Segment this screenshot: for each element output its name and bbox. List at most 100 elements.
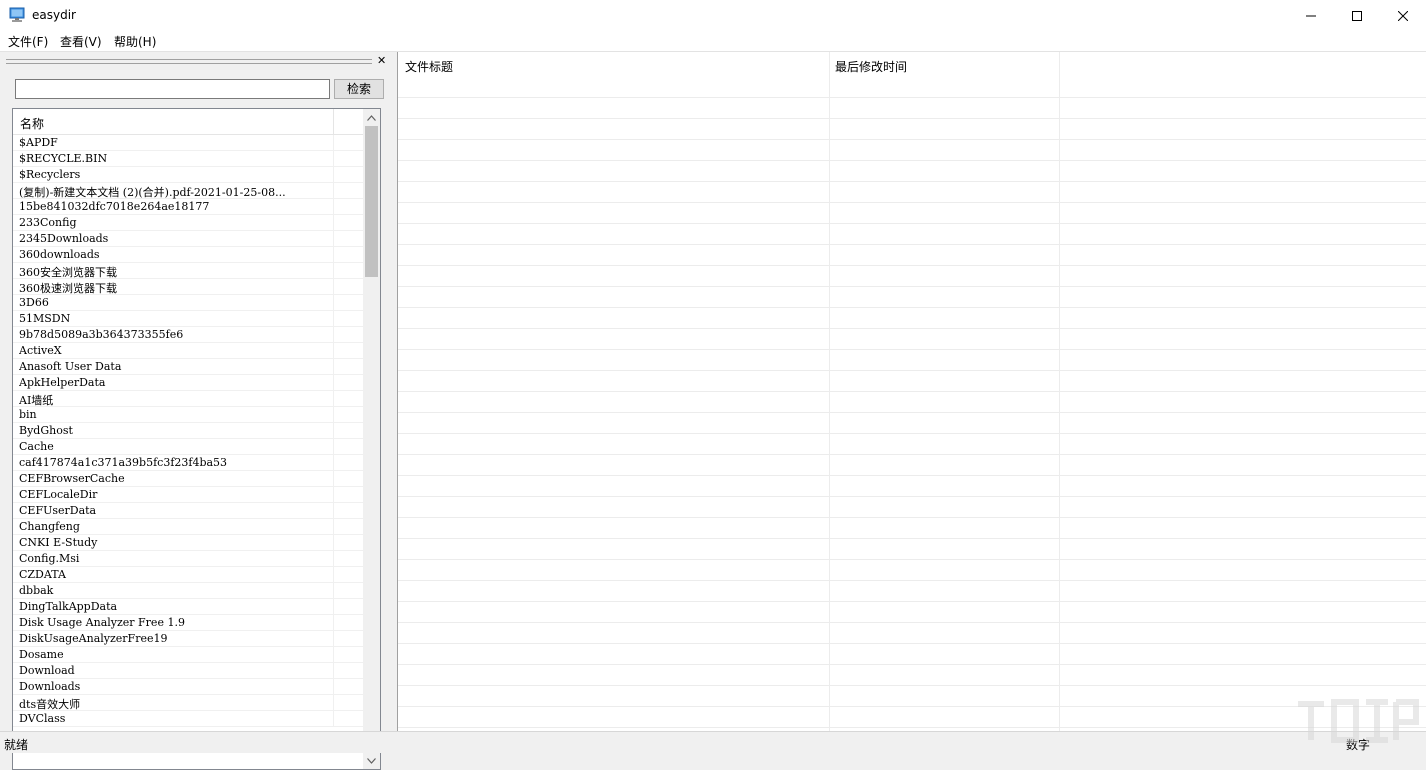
list-header-label: 名称 (20, 117, 45, 131)
grid-row-line (398, 349, 1426, 350)
close-button[interactable] (1380, 0, 1426, 31)
list-header-name[interactable]: 名称 (13, 109, 364, 135)
list-item[interactable]: 360极速浏览器下载 (13, 279, 364, 295)
list-item[interactable]: 15be841032dfc7018e264ae18177 (13, 199, 364, 215)
list-item-label: ApkHelperData (19, 376, 106, 389)
minimize-button[interactable] (1288, 0, 1334, 31)
grid-row-line (398, 727, 1426, 728)
list-item-label: dts音效大师 (19, 698, 81, 711)
list-item[interactable]: 3D66 (13, 295, 364, 311)
list-item[interactable]: 51MSDN (13, 311, 364, 327)
list-item[interactable]: Download (13, 663, 364, 679)
list-item[interactable]: BydGhost (13, 423, 364, 439)
list-item[interactable]: Dosame (13, 647, 364, 663)
list-item-label: dbbak (19, 584, 54, 597)
vertical-scrollbar[interactable] (363, 109, 380, 769)
menu-file[interactable]: 文件(F) (5, 33, 51, 50)
list-item[interactable]: Changfeng (13, 519, 364, 535)
status-text: 就绪 (4, 738, 29, 752)
grid-row-line (398, 580, 1426, 581)
list-item[interactable]: $RECYCLE.BIN (13, 151, 364, 167)
list-item[interactable]: dbbak (13, 583, 364, 599)
grid-row-line (398, 538, 1426, 539)
column-header-modified[interactable]: 最后修改时间 (835, 58, 907, 75)
list-item[interactable]: Downloads (13, 679, 364, 695)
list-item-label: Download (19, 664, 75, 677)
list-item-label: $RECYCLE.BIN (19, 152, 108, 165)
list-item[interactable]: 233Config (13, 215, 364, 231)
grid-row-line (398, 664, 1426, 665)
scroll-up-icon[interactable] (363, 109, 380, 126)
list-item-label: bin (19, 408, 37, 421)
list-item-label: CEFLocaleDir (19, 488, 98, 501)
column-header-title[interactable]: 文件标题 (405, 58, 453, 75)
list-item-label: 15be841032dfc7018e264ae18177 (19, 200, 210, 213)
list-item[interactable]: 2345Downloads (13, 231, 364, 247)
list-item-label: Cache (19, 440, 54, 453)
menu-help[interactable]: 帮助(H) (111, 33, 159, 50)
search-input[interactable] (15, 79, 330, 99)
list-item-label: CZDATA (19, 568, 66, 581)
grid-row-line (398, 244, 1426, 245)
grid-row-line (398, 160, 1426, 161)
list-item-label: CEFUserData (19, 504, 97, 517)
list-item-label: CEFBrowserCache (19, 472, 125, 485)
scroll-thumb[interactable] (365, 126, 378, 277)
menu-bar: 文件(F) 查看(V) 帮助(H) (0, 31, 1426, 52)
grid-row-line (398, 454, 1426, 455)
list-item[interactable]: 9b78d5089a3b364373355fe6 (13, 327, 364, 343)
list-item[interactable]: CEFLocaleDir (13, 487, 364, 503)
list-item[interactable]: bin (13, 407, 364, 423)
list-item[interactable]: DVClass (13, 711, 364, 727)
list-item[interactable]: (复制)-新建文本文档 (2)(合并).pdf-2021-01-25-08... (13, 183, 364, 199)
grid-row-line (398, 517, 1426, 518)
close-icon (1398, 10, 1408, 21)
list-item-label: $Recyclers (19, 168, 81, 181)
maximize-button[interactable] (1334, 0, 1380, 31)
list-item[interactable]: CEFBrowserCache (13, 471, 364, 487)
directory-list[interactable]: 名称 $APDF $RECYCLE.BIN $Recyclers (复制)-新建文本文… (12, 108, 381, 770)
list-item[interactable]: Anasoft User Data (13, 359, 364, 375)
list-item[interactable]: caf417874a1c371a39b5fc3f23f4ba53 (13, 455, 364, 471)
list-item-label: Disk Usage Analyzer Free 1.9 (19, 616, 185, 629)
file-list-pane[interactable]: 文件标题 最后修改时间 (397, 52, 1426, 731)
list-item[interactable]: dts音效大师 (13, 695, 364, 711)
menu-view[interactable]: 查看(V) (57, 33, 105, 50)
list-item[interactable]: DiskUsageAnalyzerFree19 (13, 631, 364, 647)
grid-row-line (398, 706, 1426, 707)
list-item-label: 360安全浏览器下载 (19, 266, 117, 279)
list-item-label: DVClass (19, 712, 66, 725)
list-item[interactable]: CZDATA (13, 567, 364, 583)
grid-row-line (398, 559, 1426, 560)
list-item-label: AI墙纸 (19, 394, 54, 407)
pane-close-icon[interactable]: ✕ (377, 55, 386, 66)
list-item[interactable]: 360downloads (13, 247, 364, 263)
list-item[interactable]: DingTalkAppData (13, 599, 364, 615)
list-item-label: $APDF (19, 136, 58, 149)
list-item-label: 2345Downloads (19, 232, 109, 245)
list-rows: $APDF $RECYCLE.BIN $Recyclers (复制)-新建文本文档 (… (13, 135, 364, 727)
pane-grip[interactable] (6, 59, 372, 64)
list-item[interactable]: Config.Msi (13, 551, 364, 567)
list-item[interactable]: ActiveX (13, 343, 364, 359)
search-button[interactable]: 检索 (334, 79, 384, 99)
list-item[interactable]: 360安全浏览器下载 (13, 263, 364, 279)
list-item[interactable]: $APDF (13, 135, 364, 151)
scroll-down-icon[interactable] (363, 752, 380, 769)
grid-row-line (398, 433, 1426, 434)
list-item-label: Anasoft User Data (19, 360, 122, 373)
list-item[interactable]: Disk Usage Analyzer Free 1.9 (13, 615, 364, 631)
list-item[interactable]: ApkHelperData (13, 375, 364, 391)
grid-row-line (398, 286, 1426, 287)
list-item-label: Config.Msi (19, 552, 80, 565)
list-item[interactable]: Cache (13, 439, 364, 455)
column-divider[interactable] (333, 109, 334, 134)
list-item[interactable]: CEFUserData (13, 503, 364, 519)
grid-row-line (398, 223, 1426, 224)
list-item[interactable]: CNKI E-Study (13, 535, 364, 551)
grid-row-line (398, 601, 1426, 602)
list-item[interactable]: $Recyclers (13, 167, 364, 183)
list-item[interactable]: AI墙纸 (13, 391, 364, 407)
maximize-icon (1352, 10, 1362, 21)
grid-row-line (398, 181, 1426, 182)
